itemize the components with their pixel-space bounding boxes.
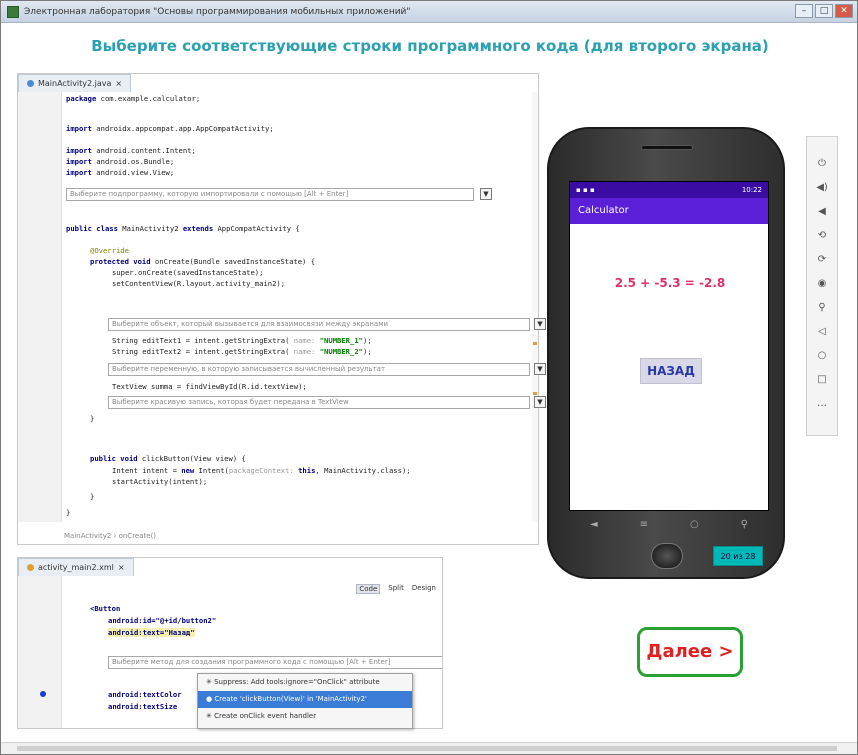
code-line: public void clickButton(View view) { (90, 454, 246, 463)
code-line: Intent intent = new Intent(packageContex… (112, 466, 411, 475)
line-gutter (18, 92, 62, 522)
close-button[interactable]: ✕ (835, 4, 853, 18)
phone-speaker (641, 145, 693, 150)
import-select-arrow-icon[interactable]: ▼ (480, 188, 492, 200)
phone-home-button[interactable] (651, 543, 683, 569)
progress-counter: 20 из 28 (713, 546, 763, 566)
camera-icon[interactable]: ◉ (818, 275, 827, 293)
app-window: Электронная лаборатория "Основы программ… (0, 0, 858, 755)
minimize-button[interactable]: – (795, 4, 813, 18)
xml-line: android:id="@+id/button2" (108, 616, 217, 625)
code-line: } (66, 508, 71, 517)
xml-line: android:textSize (108, 702, 178, 711)
xml-file-icon (27, 564, 34, 571)
status-bar: ▪ ▪ ▪ 10:22 (570, 182, 768, 198)
app-icon (7, 5, 19, 18)
result-select-arrow-icon[interactable]: ▼ (534, 363, 546, 375)
code-line: package com.example.calculator; (66, 94, 201, 103)
intent-object-select[interactable]: Выберите объект, который вызывается для … (108, 318, 530, 331)
back-nav-icon[interactable]: ◄ (590, 519, 598, 530)
xml-line: android:text="Назад" (108, 628, 195, 637)
view-code-button[interactable]: Code (356, 584, 381, 594)
power-icon[interactable]: ⏻ (818, 155, 826, 173)
code-line: startActivity(intent); (112, 477, 208, 486)
menu-nav-icon[interactable]: ≡ (640, 519, 648, 530)
search-nav-icon[interactable]: ⚲ (741, 519, 748, 530)
breakpoint-icon[interactable] (40, 691, 46, 697)
popup-item[interactable]: ✳ Create onClick event handler (198, 708, 412, 725)
popup-item[interactable]: ✳ Suppress: Add tools:ignore="OnClick" a… (198, 674, 412, 691)
tab-label: MainActivity2.java (38, 79, 112, 88)
view-switch: Code Split Design (356, 584, 436, 594)
code-line: } (90, 492, 95, 501)
method-select[interactable]: Выберите метод для создания программного… (108, 656, 442, 669)
code-line: } (90, 414, 95, 423)
phone-nav-bar: ◄ ≡ ○ ⚲ (569, 513, 769, 535)
import-select[interactable]: Выберите подпрограмму, которую импортиро… (66, 188, 474, 201)
emulator-toolbar: ⏻ ◀) ◀ ⟲ ⟳ ◉ ⚲ ◁ ○ □ … (806, 136, 838, 436)
textview-text-select[interactable]: Выберите красивую запись, которая будет … (108, 396, 530, 409)
horizontal-scrollbar[interactable] (1, 742, 857, 754)
code-line: protected void onCreate(Bundle savedInst… (90, 257, 316, 266)
rotate-right-icon[interactable]: ⟳ (818, 251, 826, 269)
close-tab-icon[interactable]: × (115, 79, 122, 88)
app-title: Calculator (570, 198, 768, 224)
tab-mainactivity2[interactable]: MainActivity2.java × (18, 74, 132, 92)
xml-line: <Button (90, 604, 121, 613)
code-line: import androidx.appcompat.app.AppCompatA… (66, 124, 274, 133)
java-file-icon (27, 80, 34, 87)
home-icon[interactable]: ○ (818, 347, 827, 365)
home-nav-icon[interactable]: ○ (690, 519, 699, 530)
next-button[interactable]: Далее > (637, 627, 743, 677)
title-bar: Электронная лаборатория "Основы программ… (1, 1, 857, 23)
result-text: 2.5 + -5.3 = -2.8 (614, 276, 726, 290)
popup-item-selected[interactable]: ● Create 'clickButton(View)' in 'MainAct… (198, 691, 412, 708)
code-area[interactable]: package com.example.calculator; import a… (66, 94, 546, 522)
back-icon[interactable]: ◁ (818, 323, 826, 341)
code-line: setContentView(R.layout.activity_main2); (112, 279, 286, 288)
code-line: String editText2 = intent.getStringExtra… (112, 347, 372, 356)
code-line: import android.content.Intent; (66, 146, 196, 155)
tab-activity-main2[interactable]: activity_main2.xml × (18, 558, 134, 576)
close-tab-icon[interactable]: × (118, 563, 125, 572)
code-line: TextView summa = findViewById(R.id.textV… (112, 382, 307, 391)
back-button[interactable]: НАЗАД (640, 358, 702, 384)
view-design-button[interactable]: Design (412, 584, 436, 594)
phone-screen: ▪ ▪ ▪ 10:22 Calculator 2.5 + -5.3 = -2.8… (569, 181, 769, 511)
line-gutter (18, 576, 62, 728)
window-title: Электронная лаборатория "Основы программ… (24, 6, 411, 17)
volume-down-icon[interactable]: ◀ (818, 203, 826, 221)
code-line: String editText1 = intent.getStringExtra… (112, 336, 372, 345)
task-heading: Выберите соответствующие строки программ… (91, 37, 769, 55)
phone-emulator: ▪ ▪ ▪ 10:22 Calculator 2.5 + -5.3 = -2.8… (547, 127, 785, 579)
rotate-left-icon[interactable]: ⟲ (818, 227, 826, 245)
tab-label: activity_main2.xml (38, 563, 114, 572)
status-icons: ▪ ▪ ▪ (576, 186, 595, 194)
status-time: 10:22 (741, 186, 762, 194)
code-line: public class MainActivity2 extends AppCo… (66, 224, 300, 233)
zoom-icon[interactable]: ⚲ (818, 299, 825, 317)
intent-select-arrow-icon[interactable]: ▼ (534, 318, 546, 330)
code-breadcrumb[interactable]: MainActivity2 › onCreate() (64, 532, 156, 540)
code-line: import android.os.Bundle; (66, 157, 175, 166)
scrollbar-thumb[interactable] (17, 746, 837, 751)
overview-icon[interactable]: □ (817, 371, 826, 389)
window-controls: – □ ✕ (795, 4, 853, 18)
maximize-button[interactable]: □ (815, 4, 833, 18)
java-editor: MainActivity2.java × package com.example… (17, 73, 546, 545)
more-icon[interactable]: … (817, 395, 827, 413)
quick-fix-popup: ✳ Suppress: Add tools:ignore="OnClick" a… (197, 673, 413, 729)
code-line: @Override (90, 246, 129, 255)
volume-up-icon[interactable]: ◀) (816, 179, 828, 197)
code-line: import android.view.View; (66, 168, 175, 177)
view-split-button[interactable]: Split (388, 584, 404, 594)
xml-line: android:textColor (108, 690, 182, 699)
result-variable-select[interactable]: Выберите переменную, в которую записывае… (108, 363, 530, 376)
textview-select-arrow-icon[interactable]: ▼ (534, 396, 546, 408)
code-line: super.onCreate(savedInstanceState); (112, 268, 264, 277)
